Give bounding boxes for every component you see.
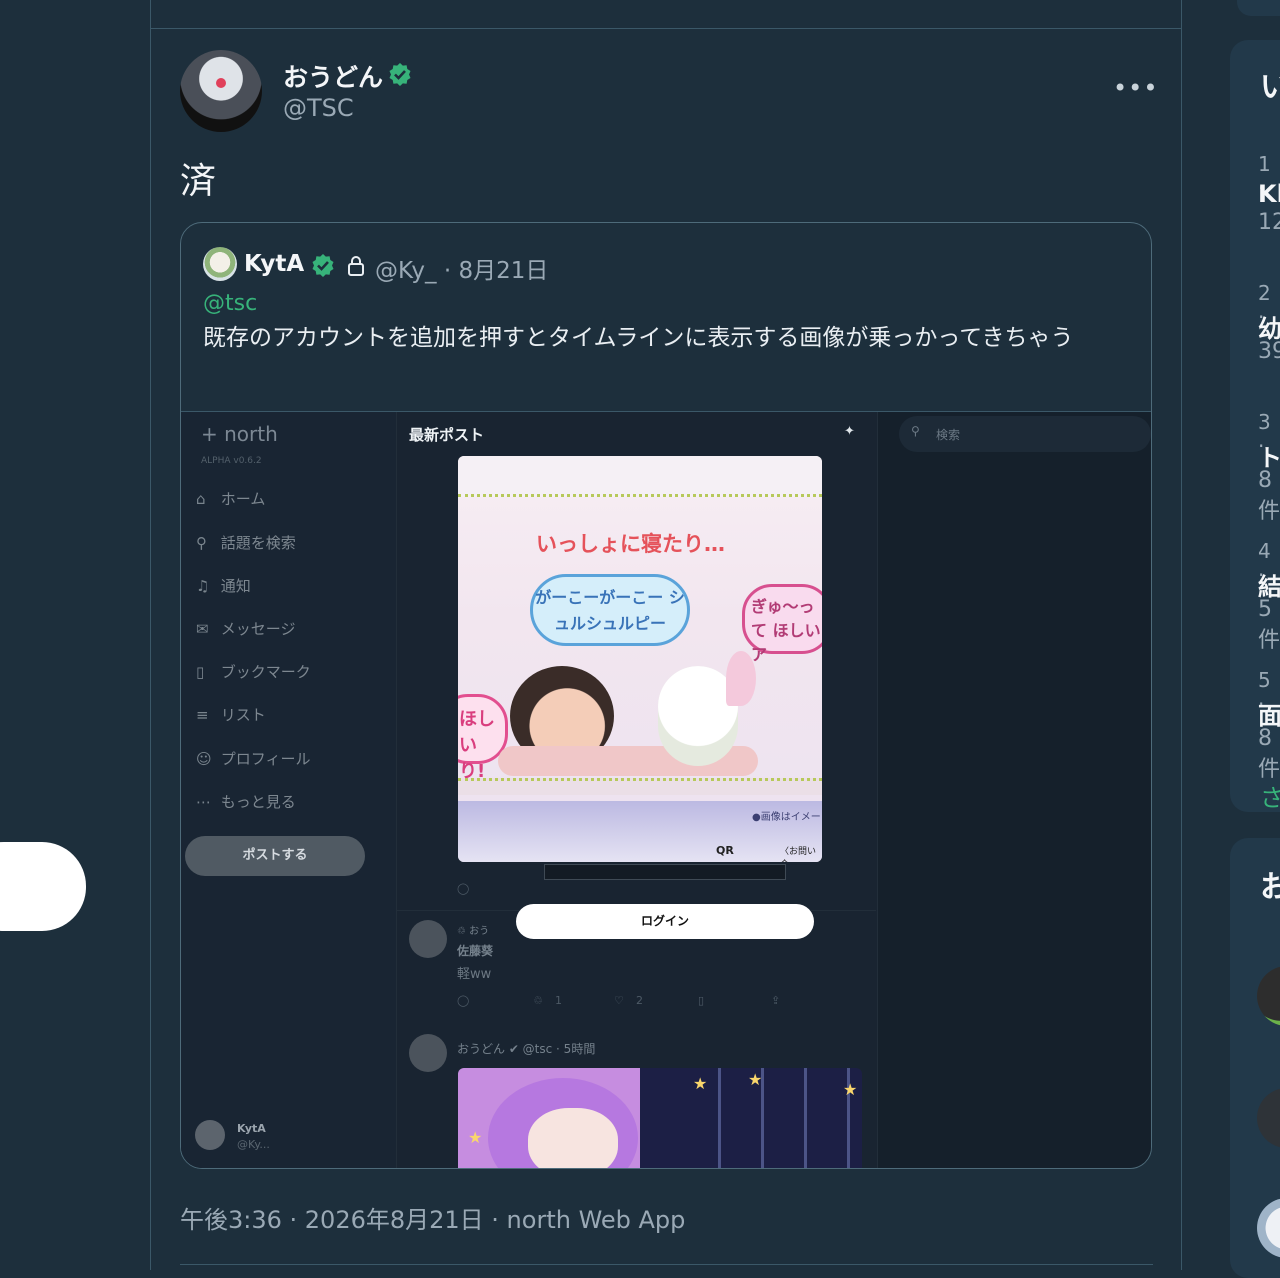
- nav-item-profile: ☺ プロフィール: [196, 748, 310, 769]
- follow-heading: お: [1260, 870, 1280, 905]
- repost-label: ♲ おう: [457, 926, 490, 937]
- more-options-icon[interactable]: •••: [1113, 74, 1158, 102]
- trend-count: 8件: [1258, 468, 1280, 524]
- repost-icon: ♲: [533, 994, 543, 1007]
- app-sidebar: + north ALPHA v0.6.2 ⌂ ホーム ⚲ 話題を検索 ♫ 通知 …: [181, 412, 396, 1168]
- verified-badge-icon: [312, 254, 334, 277]
- character-face: [528, 1108, 618, 1168]
- author-avatar[interactable]: [180, 50, 262, 132]
- feed-post-text: 軽ww: [457, 967, 492, 982]
- bell-icon: ♫: [196, 577, 210, 595]
- quoted-post[interactable]: KytA @Ky_ · 8月21日 @tsc 既存のアカウントを追加を押すとタイ…: [180, 222, 1152, 1169]
- north-logo: + north: [201, 422, 278, 446]
- bookmark-icon: ▯: [698, 994, 705, 1007]
- quote-mention-link[interactable]: @tsc: [203, 291, 257, 316]
- bookmark-icon: ▯: [196, 663, 205, 681]
- nav-label: もっと見る: [220, 793, 296, 811]
- quote-author-avatar[interactable]: [203, 247, 237, 281]
- like-count: 2: [636, 994, 643, 1007]
- trend-count: 5件: [1258, 597, 1280, 653]
- photo-table: [458, 778, 822, 795]
- quote-handle-date: @Ky_ · 8月21日: [375, 258, 549, 284]
- nav-label: 通知: [220, 577, 251, 595]
- feed-avatar: [409, 920, 447, 958]
- account-handle: @Ky...: [237, 1138, 270, 1151]
- reply-icon: ◯: [457, 882, 470, 895]
- anime-illustration: ★ ★ ★ ★: [458, 1068, 862, 1168]
- post-text: 済: [180, 161, 217, 202]
- search-icon: ⚲: [911, 424, 920, 438]
- nav-item-more: ⋯ もっと見る: [196, 791, 296, 812]
- nav-label: 話題を検索: [220, 534, 296, 552]
- more-icon: ⋯: [196, 793, 211, 811]
- divider: [180, 1264, 1153, 1265]
- reply-icon: ◯: [457, 994, 470, 1007]
- search-placeholder: 検索: [936, 428, 961, 442]
- nav-item-explore: ⚲ 話題を検索: [196, 532, 296, 553]
- trend-count: 12: [1258, 210, 1280, 235]
- photo-tag: 〈お問い合: [780, 847, 817, 862]
- nav-label: プロフィール: [220, 750, 311, 768]
- nav-item-notifications: ♫ 通知: [196, 575, 251, 596]
- search-icon: ⚲: [196, 534, 207, 552]
- nav-label: リスト: [220, 706, 266, 724]
- trends-heading: い: [1260, 70, 1280, 105]
- feed-author-name: 佐藤葵: [457, 944, 494, 958]
- star-icon: ★: [748, 1070, 763, 1089]
- floating-pill: [0, 842, 86, 931]
- show-more-link[interactable]: さ: [1260, 778, 1280, 813]
- nav-item-lists: ≡ リスト: [196, 704, 266, 725]
- qr-code-icon: QR: [716, 844, 734, 857]
- star-icon: ★: [693, 1074, 708, 1093]
- author-display-name[interactable]: おうどん: [283, 58, 383, 94]
- verified-badge-icon: [389, 63, 411, 86]
- nav-label: ホーム: [220, 490, 266, 508]
- trend-item[interactable]: Kl: [1258, 180, 1280, 208]
- photo-note: ●画像はイメー: [752, 812, 821, 823]
- quote-attached-image[interactable]: + north ALPHA v0.6.2 ⌂ ホーム ⚲ 話題を検索 ♫ 通知 …: [181, 411, 1151, 1168]
- share-icon: ⇪: [771, 994, 781, 1007]
- nav-label: ブックマーク: [220, 663, 311, 681]
- sidebar-card: [1237, 0, 1280, 16]
- mail-icon: ✉: [196, 620, 209, 638]
- home-icon: ⌂: [196, 490, 206, 508]
- speech-bubble: がーこーがーこー シュルシュルピー: [530, 574, 690, 646]
- quote-text: 既存のアカウントを追加を押すとタイムラインに表示する画像が乗っかってきちゃう: [203, 325, 1074, 351]
- repost-count: 1: [555, 994, 562, 1007]
- like-icon: ♡: [614, 994, 624, 1007]
- version-label: ALPHA v0.6.2: [201, 456, 262, 466]
- lock-icon: [348, 256, 364, 276]
- account-name: KytA: [237, 1122, 266, 1135]
- user-icon: ☺: [196, 750, 212, 768]
- nav-item-bookmarks: ▯ ブックマーク: [196, 661, 311, 682]
- nav-item-messages: ✉ メッセージ: [196, 618, 295, 639]
- star-icon: ★: [468, 1128, 483, 1147]
- quote-author-name[interactable]: KytA: [244, 251, 304, 277]
- photo-caption-bar: [544, 864, 786, 880]
- post-button: ポストする: [185, 836, 365, 876]
- post-timestamp[interactable]: 午後3:36 · 2026年8月21日 · north Web App: [180, 1200, 685, 1235]
- list-icon: ≡: [196, 706, 209, 724]
- overlapping-product-photo: いっしょに寝たり… がーこーがーこー シュルシュルピー ぎゅ〜って ほしいア ほ…: [458, 456, 822, 862]
- author-handle[interactable]: @TSC: [283, 94, 354, 122]
- account-avatar: [195, 1120, 225, 1150]
- plush-wing: [726, 651, 756, 706]
- nav-label: メッセージ: [220, 620, 296, 638]
- star-icon: ★: [843, 1080, 858, 1099]
- sparkle-icon: ✦: [844, 424, 855, 439]
- feed-title: 最新ポスト: [409, 426, 485, 444]
- speech-bubble: ぎゅ〜って ほしいア: [742, 584, 822, 664]
- feed-author-line: おうどん ✔ @tsc · 5時間: [457, 1042, 596, 1056]
- divider: [150, 28, 1182, 29]
- trend-count: 39: [1258, 339, 1280, 364]
- feed-avatar: [409, 1034, 447, 1072]
- photo-top-band: [458, 456, 822, 497]
- trend-count: 8件: [1258, 726, 1280, 782]
- photo-headline: いっしょに寝たり…: [536, 532, 725, 556]
- nav-item-home: ⌂ ホーム: [196, 488, 265, 509]
- login-button: ログイン: [516, 904, 814, 939]
